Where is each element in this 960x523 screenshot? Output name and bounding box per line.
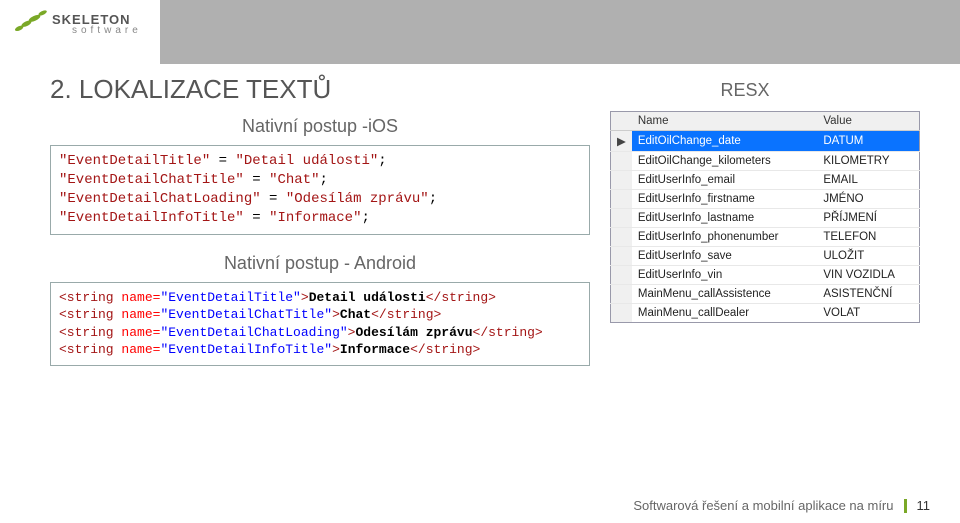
col-value: Value: [817, 112, 919, 131]
table-row[interactable]: EditUserInfo_emailEMAIL: [611, 171, 920, 190]
table-row[interactable]: EditUserInfo_lastnamePŘÍJMENÍ: [611, 209, 920, 228]
col-name: Name: [632, 112, 817, 131]
resx-heading: RESX: [610, 80, 920, 101]
footer: Softwarová řešení a mobilní aplikace na …: [633, 498, 930, 513]
footer-divider: [904, 499, 907, 513]
table-row[interactable]: EditUserInfo_vinVIN VOZIDLA: [611, 266, 920, 285]
header-bar: [160, 0, 960, 64]
brand-sub: software: [72, 26, 142, 35]
android-code: <string name="EventDetailTitle">Detail u…: [50, 282, 590, 366]
table-row[interactable]: MainMenu_callDealerVOLAT: [611, 304, 920, 323]
table-row[interactable]: EditUserInfo_phonenumberTELEFON: [611, 228, 920, 247]
logo-icon: [12, 8, 48, 41]
table-row[interactable]: MainMenu_callAssistenceASISTENČNÍ: [611, 285, 920, 304]
table-row[interactable]: EditUserInfo_saveULOŽIT: [611, 247, 920, 266]
table-row[interactable]: EditUserInfo_firstnameJMÉNO: [611, 190, 920, 209]
table-row[interactable]: EditOilChange_kilometersKILOMETRY: [611, 152, 920, 171]
footer-text: Softwarová řešení a mobilní aplikace na …: [633, 498, 893, 513]
android-heading: Nativní postup - Android: [50, 253, 590, 274]
ios-heading: Nativní postup -iOS: [50, 116, 590, 137]
ios-code: "EventDetailTitle" = "Detail události";"…: [50, 145, 590, 235]
resx-table: Name Value ▶EditOilChange_dateDATUMEditO…: [610, 111, 920, 323]
logo-area: SKELETON software: [0, 0, 160, 64]
table-row[interactable]: ▶EditOilChange_dateDATUM: [611, 131, 920, 152]
page-number: 11: [917, 498, 931, 513]
